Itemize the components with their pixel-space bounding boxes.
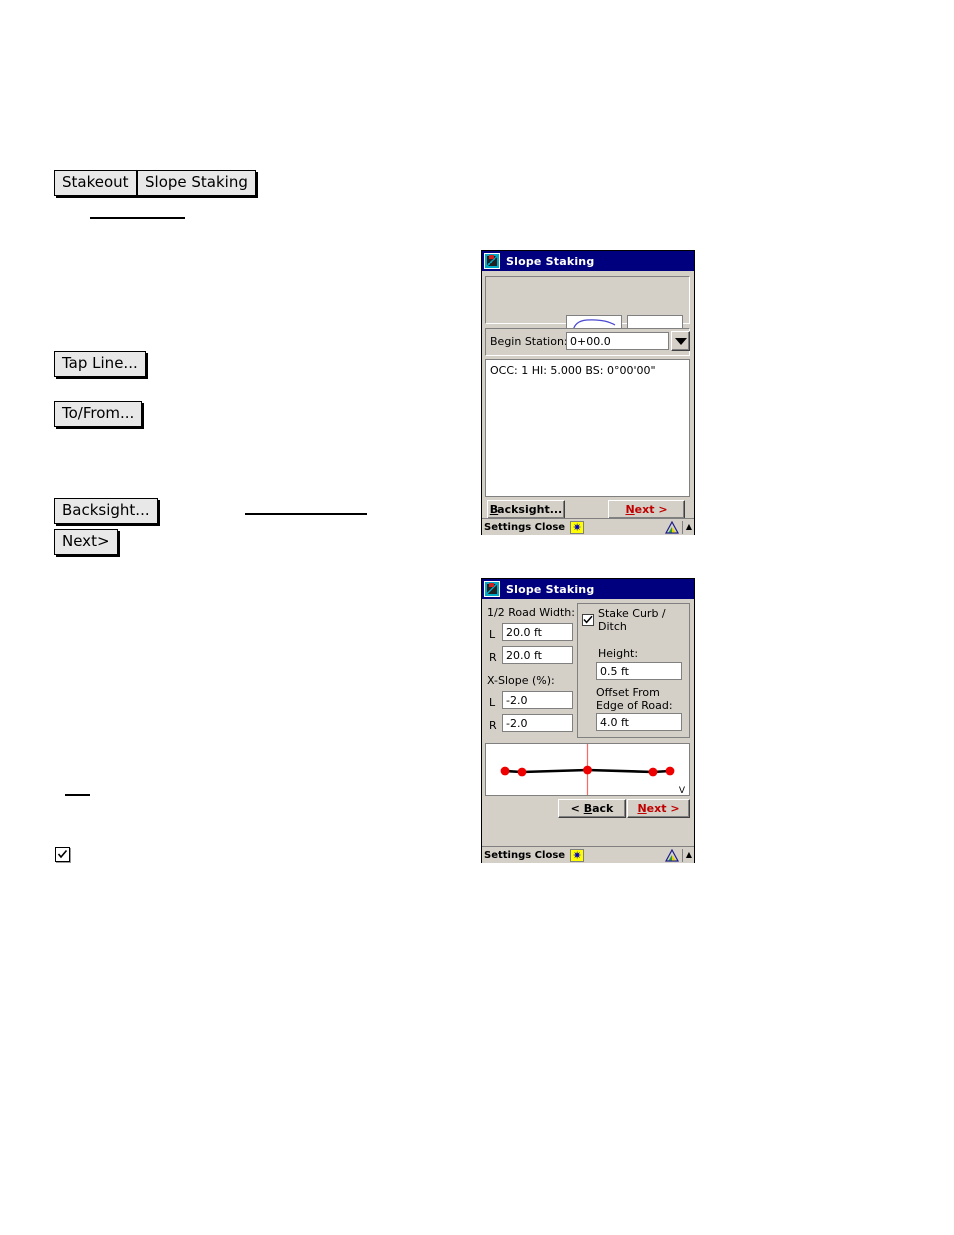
caret-up-icon[interactable]: ▲ [686,851,692,859]
backsight-button-text: acksight... [497,503,563,516]
road-width-left-value: 20.0 ft [506,625,542,639]
next-button-2[interactable]: Next > [627,799,690,818]
curb-height-value: 0.5 ft [600,664,629,678]
cross-section-view-label: V [678,786,685,796]
road-width-right-value: 20.0 ft [506,648,542,662]
side-button-tap-line[interactable]: Tap Line... [54,351,146,377]
stake-curb-ditch-label: Stake Curb / Ditch [598,607,666,633]
surveying-app-icon [484,253,500,269]
begin-station-value: 0+00.0 [570,334,611,348]
road-width-label: 1/2 Road Width: [487,606,575,619]
nav-button-slope-staking[interactable]: Slope Staking [137,170,256,196]
curb-offset-label-line2: Edge of Road: [596,699,673,712]
cross-section-preview[interactable]: V [485,743,690,796]
x-slope-left-value: -2.0 [506,693,528,707]
doc-rule-top [90,217,185,219]
begin-station-label: Begin Station: [490,335,568,348]
road-width-left-side-label: L [489,628,496,641]
nav-button-stakeout-label: Stakeout [62,173,129,191]
x-slope-right-value: -2.0 [506,716,528,730]
road-width-right-side-label: R [489,651,497,664]
taskbar-2: Settings Close ✷ ▲ [482,846,694,863]
next-rest-2: ext > [646,802,680,815]
back-button-label: < Back [570,802,614,815]
road-width-left-input[interactable]: 20.0 ft [502,623,573,641]
occupation-status-text: OCC: 1 HI: 5.000 BS: 0°00'00" [490,364,656,377]
side-button-next-label: Next> [62,532,110,550]
curb-height-label: Height: [598,647,639,660]
star-icon[interactable]: ✷ [570,848,585,862]
curb-offset-value: 4.0 ft [600,715,629,729]
window-body: Tap Line... To/From... H V [482,271,694,535]
stake-curb-ditch-checkbox[interactable] [582,614,594,626]
doc-checkbox-marker [55,847,70,862]
slope-staking-window-2: Slope Staking 1/2 Road Width: L 20.0 ft … [481,578,695,863]
taskbar-separator-2 [681,848,683,862]
taskbar-label-2[interactable]: Settings Close [484,850,565,861]
side-button-tap-line-label: Tap Line... [62,354,138,372]
x-slope-right-input[interactable]: -2.0 [502,714,573,732]
side-button-next[interactable]: Next> [54,529,118,555]
back-rest: ack [592,802,614,815]
side-button-to-from[interactable]: To/From... [54,401,143,427]
side-button-backsight-label: Backsight... [62,501,150,519]
star-icon[interactable]: ✷ [570,520,585,534]
cross-section-svg [500,744,675,795]
back-button[interactable]: < Back [558,799,626,818]
x-slope-label: X-Slope (%): [487,674,555,687]
side-button-to-from-label: To/From... [62,404,135,422]
titlebar-2: Slope Staking [482,579,694,599]
curb-offset-input[interactable]: 4.0 ft [596,713,682,731]
taskbar: Settings Close ✷ ▲ [482,518,694,535]
titlebar: Slope Staking [482,251,694,271]
x-slope-left-input[interactable]: -2.0 [502,691,573,709]
status-area: OCC: 1 HI: 5.000 BS: 0°00'00" [485,359,690,497]
survey-tripod-icon[interactable] [664,520,679,534]
taskbar-separator [681,520,683,534]
x-slope-left-side-label: L [489,696,496,709]
side-button-backsight[interactable]: Backsight... [54,498,158,524]
curb-offset-label-line1: Offset From [596,686,660,699]
window-title: Slope Staking [506,254,595,268]
slope-staking-window-1: Slope Staking Tap Line... To/From... H V [481,250,695,535]
doc-rule-middle [245,513,367,515]
nav-button-slope-staking-label: Slope Staking [145,173,248,191]
curb-height-input[interactable]: 0.5 ft [596,662,682,680]
begin-station-input[interactable]: 0+00.0 [566,332,669,350]
begin-station-chevron-down-icon[interactable] [671,331,690,351]
next-button[interactable]: Next > [608,500,685,519]
next-rest: ext > [634,503,668,516]
surveying-app-icon [484,581,500,597]
next-button-label: Next > [625,503,668,516]
survey-tripod-icon[interactable] [664,848,679,862]
nav-button-stakeout[interactable]: Stakeout [54,170,137,196]
backsight-button[interactable]: BBacksight... acksight... [487,500,565,519]
next-button-2-label: Next > [637,802,680,815]
doc-rule-bottom [65,794,90,796]
stake-curb-ditch-checkbox-row[interactable]: Stake Curb / Ditch [582,607,694,633]
window-body-2: 1/2 Road Width: L 20.0 ft R 20.0 ft X-Sl… [482,599,694,863]
taskbar-label[interactable]: Settings Close [484,522,565,533]
road-width-right-input[interactable]: 20.0 ft [502,646,573,664]
window-title-2: Slope Staking [506,582,595,596]
caret-up-icon[interactable]: ▲ [686,523,692,531]
x-slope-right-side-label: R [489,719,497,732]
